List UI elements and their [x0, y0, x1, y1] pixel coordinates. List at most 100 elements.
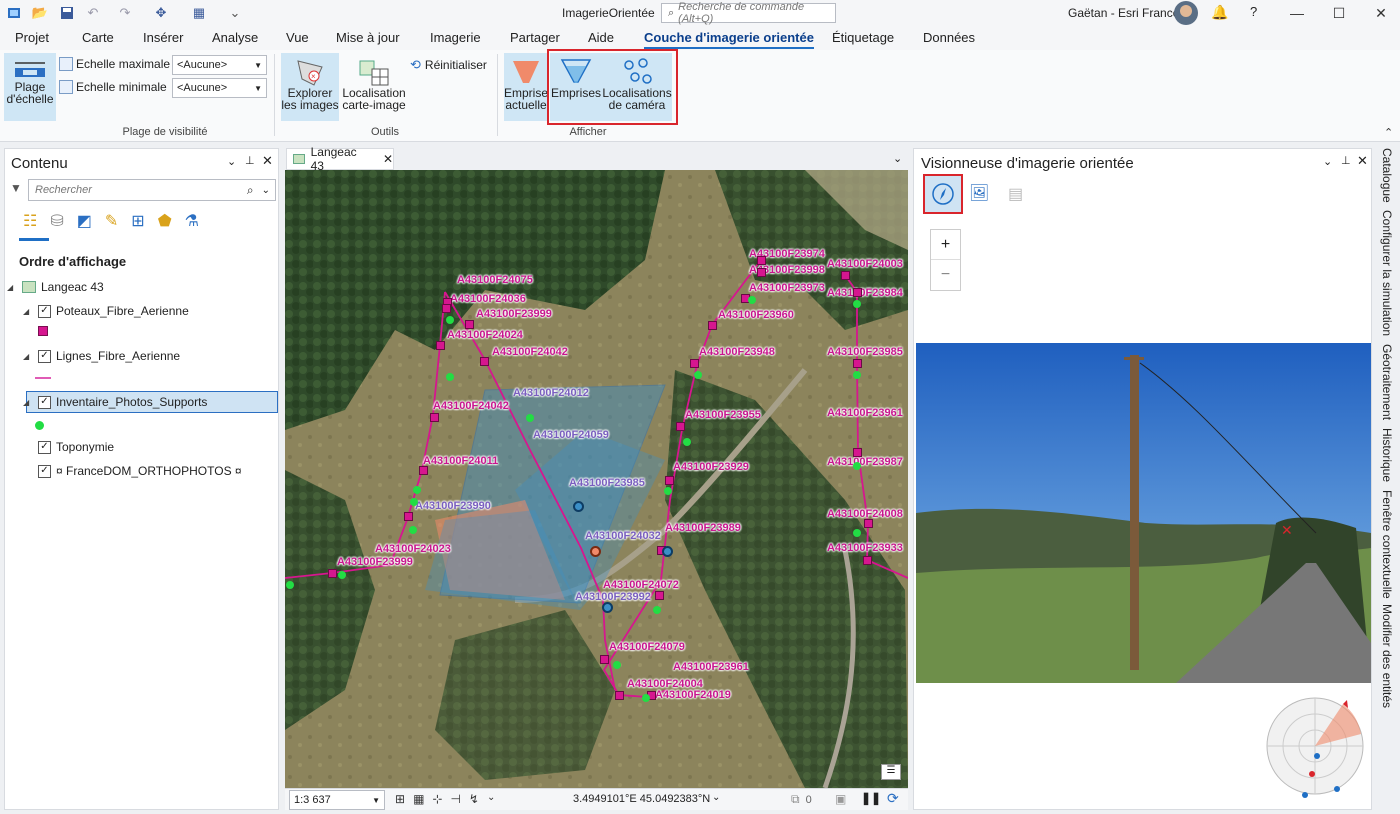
explorer-images-button[interactable]: × Explorer les images: [281, 53, 339, 121]
photo-point-marker[interactable]: [338, 571, 346, 579]
photo-point-marker[interactable]: [409, 526, 417, 534]
menu-etiquetage[interactable]: Étiquetage: [832, 30, 894, 45]
localisation-carte-image-button[interactable]: Localisation carte-image: [341, 53, 407, 121]
menu-carte[interactable]: Carte: [82, 30, 114, 45]
avatar[interactable]: [1174, 1, 1198, 25]
minimize-icon[interactable]: —: [1274, 0, 1320, 26]
pole-marker[interactable]: [665, 476, 674, 485]
pole-marker[interactable]: [690, 359, 699, 368]
menu-aide[interactable]: Aide: [588, 30, 614, 45]
menu-mise-a-jour[interactable]: Mise à jour: [336, 30, 400, 45]
pole-marker[interactable]: [328, 569, 337, 578]
grid-icon[interactable]: ⊞: [395, 792, 405, 806]
refresh-selection-icon[interactable]: ▣: [835, 792, 846, 806]
tree-map-langeac[interactable]: ◢ Langeac 43: [7, 277, 104, 297]
pole-marker[interactable]: [600, 655, 609, 664]
zoom-in-button[interactable]: +: [931, 230, 960, 260]
pole-marker[interactable]: [436, 341, 445, 350]
photo-point-marker[interactable]: [410, 498, 418, 506]
chevron-down-icon[interactable]: ⌄: [262, 185, 270, 196]
camera-location-marker[interactable]: [662, 546, 673, 557]
drawing-order-icon[interactable]: ☷: [23, 211, 37, 231]
photo-point-marker[interactable]: [526, 414, 534, 422]
snap-icon[interactable]: ⊹: [432, 792, 442, 806]
pole-marker[interactable]: [853, 288, 862, 297]
layer-toponymie[interactable]: ✓ Toponymie: [23, 437, 114, 457]
reinitialiser-button[interactable]: ⟲ Réinitialiser: [410, 57, 487, 73]
menu-analyse[interactable]: Analyse: [212, 30, 258, 45]
pole-marker[interactable]: [615, 691, 624, 700]
pin-icon[interactable]: ⊥: [245, 154, 255, 167]
pole-marker[interactable]: [404, 512, 413, 521]
menu-vue[interactable]: Vue: [286, 30, 309, 45]
collapse-triangle-icon[interactable]: ◢: [23, 352, 33, 361]
orientation-compass-widget[interactable]: [1265, 696, 1369, 800]
snapping-icon[interactable]: ⊞: [131, 211, 144, 231]
collapse-triangle-icon[interactable]: ◢: [7, 283, 17, 292]
notification-bell-icon[interactable]: 🔔: [1211, 4, 1228, 21]
layer-checkbox[interactable]: ✓: [38, 349, 51, 363]
refresh-icon[interactable]: ⟳: [887, 790, 899, 807]
layer-orthophotos[interactable]: ✓ ¤ FranceDOM_ORTHOPHOTOS ¤: [23, 461, 242, 481]
photo-point-marker[interactable]: [683, 438, 691, 446]
photo-point-marker[interactable]: [446, 316, 454, 324]
photo-point-marker[interactable]: [853, 371, 861, 379]
pin-icon[interactable]: ⊥: [1341, 154, 1351, 167]
collapse-triangle-icon[interactable]: ◢: [23, 398, 33, 407]
layer-poteaux[interactable]: ◢ ✓ Poteaux_Fibre_Aerienne: [23, 301, 189, 321]
current-camera-marker[interactable]: [590, 546, 601, 557]
photo-point-marker[interactable]: [853, 300, 861, 308]
photo-point-marker[interactable]: [613, 661, 621, 669]
navigation-tool-button[interactable]: [923, 174, 963, 214]
photo-point-marker[interactable]: [286, 581, 294, 589]
photo-point-marker[interactable]: [853, 462, 861, 470]
maximize-icon[interactable]: ☐: [1316, 0, 1362, 26]
pole-marker[interactable]: [853, 448, 862, 457]
plage-echelle-button[interactable]: Plage d'échelle: [4, 53, 56, 121]
map-canvas[interactable]: A43100F24075 A43100F24036 A43100F23999 A431…: [285, 170, 908, 788]
image-gallery-icon[interactable]: 🖼: [969, 183, 989, 203]
camera-location-marker[interactable]: [602, 602, 613, 613]
pole-marker[interactable]: [655, 591, 664, 600]
command-search-box[interactable]: ⌕ Recherche de commande (Alt+Q): [661, 1, 836, 25]
menu-inserer[interactable]: Insérer: [143, 30, 183, 45]
photo-point-marker[interactable]: [642, 694, 650, 702]
side-tab-fenetre-contextuelle[interactable]: Fenêtre contextuelle: [1380, 490, 1394, 599]
pole-marker[interactable]: [419, 466, 428, 475]
layer-checkbox[interactable]: ✓: [38, 304, 51, 318]
constraint-icon[interactable]: ⊣: [450, 792, 460, 806]
close-tab-icon[interactable]: ✕: [383, 152, 393, 166]
photo-point-marker[interactable]: [853, 529, 861, 537]
echelle-max-select[interactable]: <Aucune> ▼: [172, 55, 267, 75]
filter-icon[interactable]: ▼: [10, 181, 22, 195]
camera-location-marker[interactable]: [573, 501, 584, 512]
pole-marker[interactable]: [708, 321, 717, 330]
close-pane-icon[interactable]: ✕: [1357, 153, 1368, 169]
menu-couche-imagerie-orientee[interactable]: Couche d'imagerie orientée: [644, 30, 814, 49]
selection-icon[interactable]: ⧉: [791, 792, 800, 807]
pole-marker[interactable]: [465, 320, 474, 329]
layer-checkbox[interactable]: ✓: [38, 464, 51, 478]
menu-donnees[interactable]: Données: [923, 30, 975, 45]
pole-marker[interactable]: [864, 519, 873, 528]
pole-marker[interactable]: [757, 268, 766, 277]
chevron-down-icon[interactable]: ⌄: [712, 792, 720, 803]
basemap-icon[interactable]: ▦: [190, 4, 208, 22]
north-arrow-icon[interactable]: ↯: [469, 792, 479, 806]
scale-select[interactable]: 1:3 637 ▼: [289, 790, 385, 810]
labeling-icon[interactable]: ⬟: [158, 211, 172, 231]
pole-marker[interactable]: [841, 271, 850, 280]
open-folder-icon[interactable]: 📂: [31, 4, 49, 22]
side-tab-configurer-simulation[interactable]: Configurer la simulation: [1380, 210, 1394, 336]
navigate-icon[interactable]: ✥: [152, 4, 170, 22]
photo-point-marker[interactable]: [413, 486, 421, 494]
zoom-out-button[interactable]: −: [931, 260, 960, 290]
photo-point-marker[interactable]: [664, 487, 672, 495]
pole-marker[interactable]: [863, 556, 872, 565]
pole-marker[interactable]: [480, 357, 489, 366]
side-tab-catalogue[interactable]: Catalogue: [1380, 148, 1394, 203]
charts-icon[interactable]: ⚗: [185, 211, 199, 231]
layer-checkbox[interactable]: ✓: [38, 440, 51, 454]
chevron-down-icon[interactable]: ⌄: [487, 792, 495, 806]
tab-list-chevron-icon[interactable]: ⌄: [893, 152, 902, 165]
